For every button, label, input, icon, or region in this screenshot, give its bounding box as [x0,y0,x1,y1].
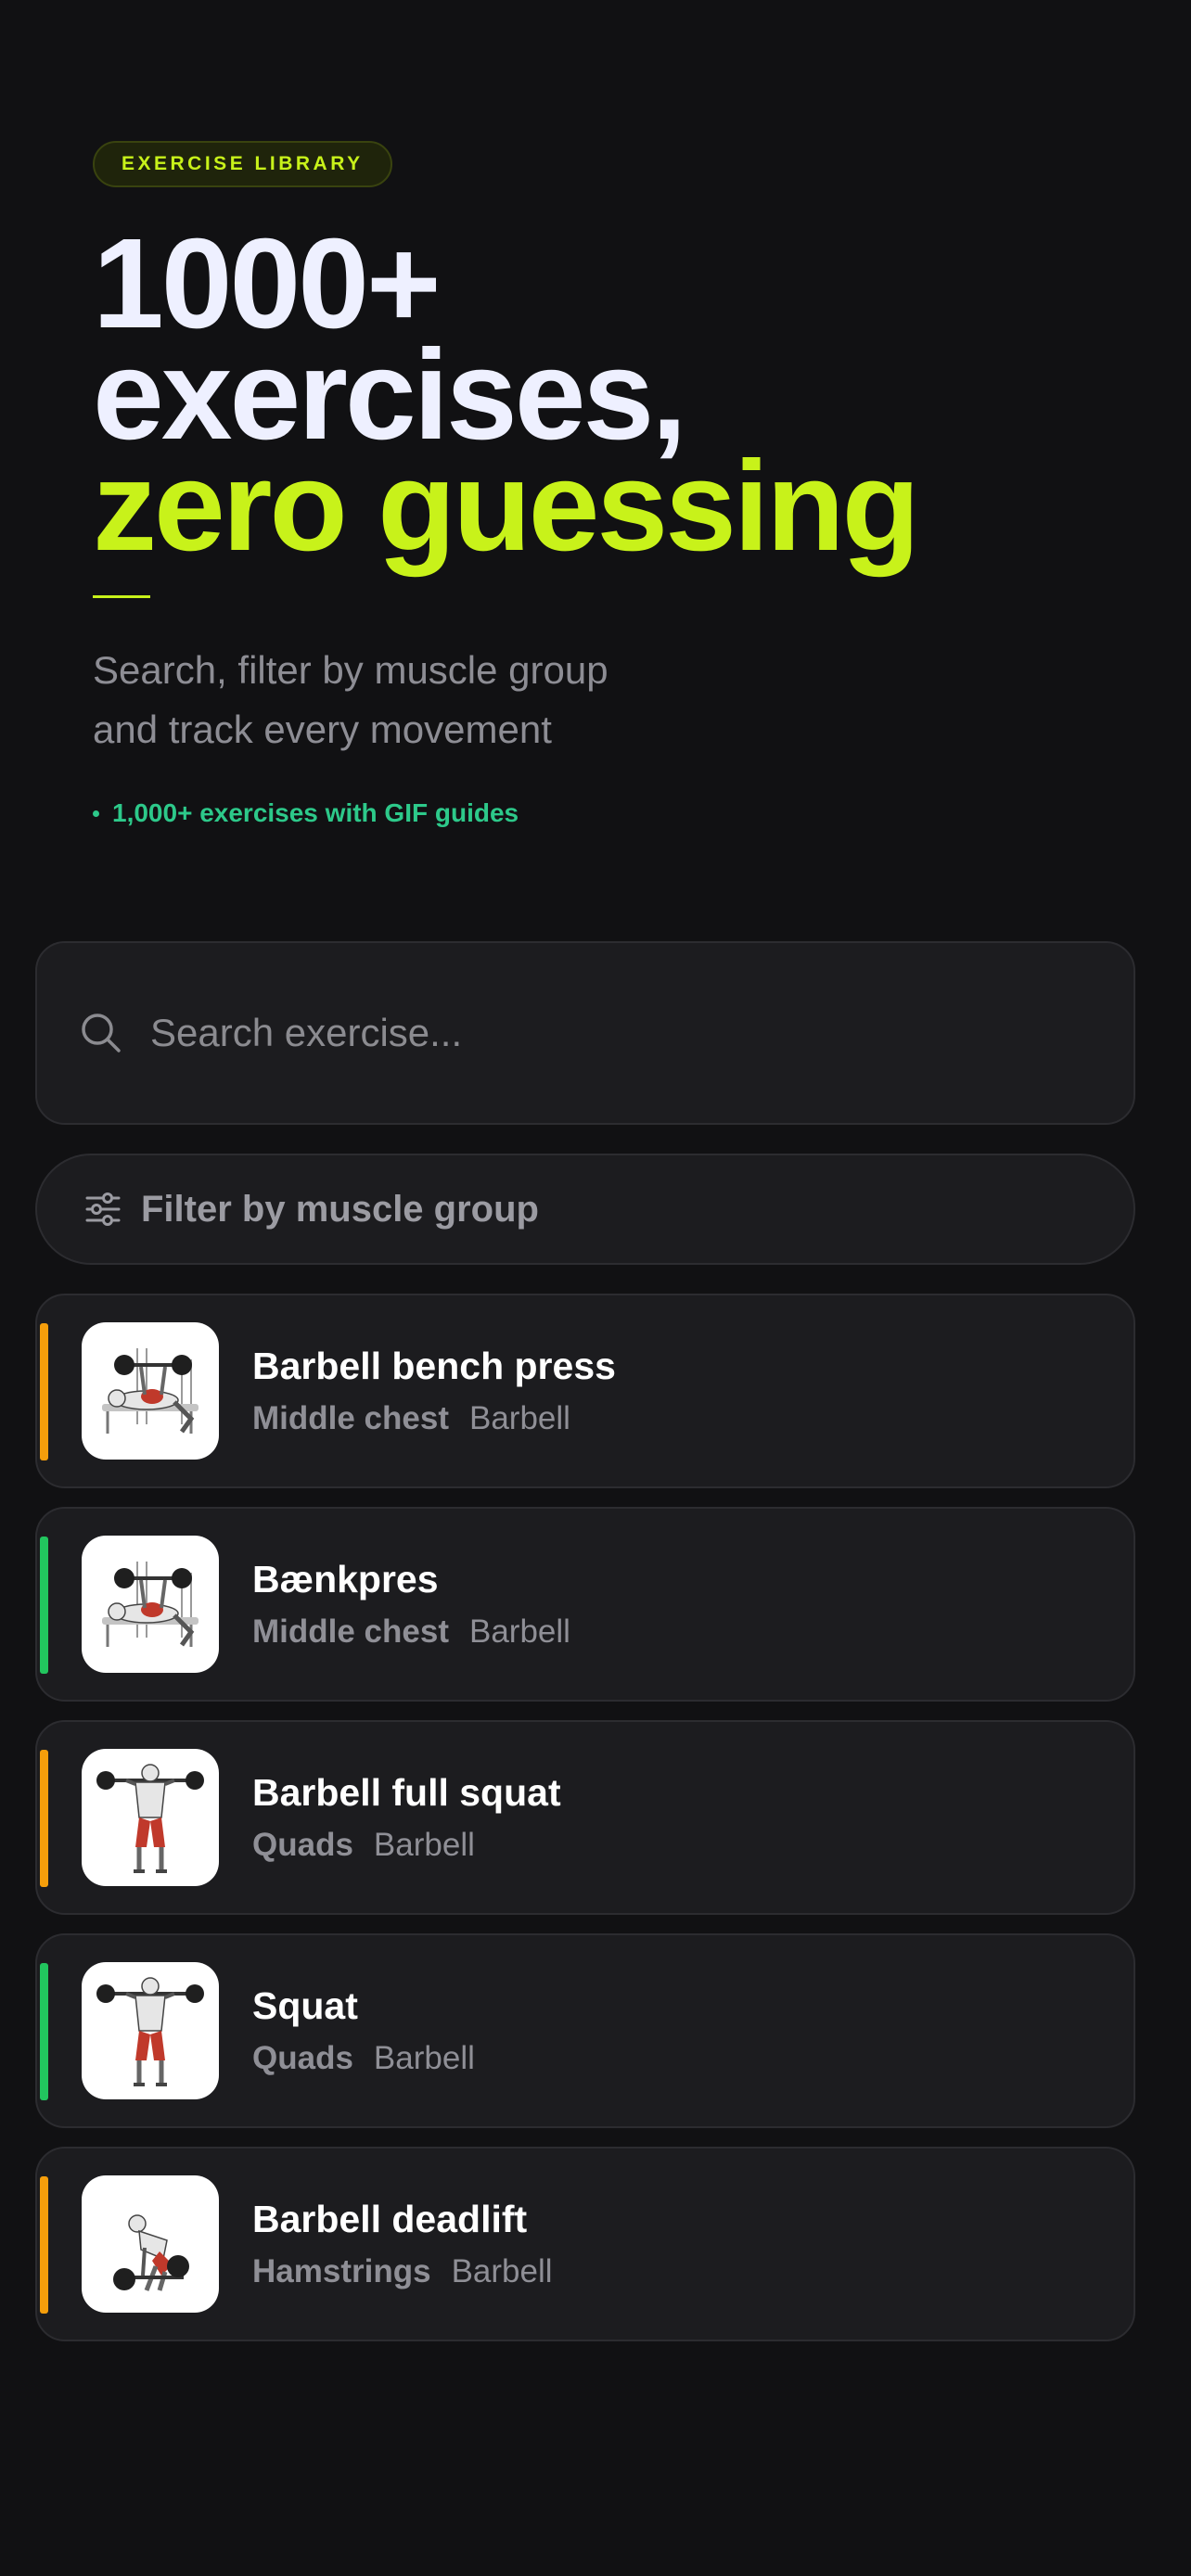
exercise-name: Barbell bench press [252,1345,616,1387]
exercise-card[interactable]: Barbell deadlift Hamstrings Barbell [35,2147,1135,2341]
category-stripe [40,1963,48,2100]
bullet-dot-icon [93,810,99,817]
category-stripe [40,1750,48,1887]
muscle-group-label: Middle chest [252,1400,449,1436]
exercise-info: Barbell full squat Quads Barbell [252,1769,561,1866]
exercise-meta: Quads Barbell [252,2038,475,2079]
equipment-label: Barbell [468,1613,570,1650]
equipment-label: Barbell [451,2253,553,2289]
equipment-label: Barbell [373,1827,475,1863]
exercise-card[interactable]: Barbell full squat Quads Barbell [35,1720,1135,1915]
section-badge: EXERCISE LIBRARY [93,141,392,187]
exercise-name: Barbell deadlift [252,2198,528,2240]
search-icon [82,1014,121,1052]
exercise-thumbnail [82,2175,219,2313]
exercise-meta: Middle chest Barbell [252,1612,570,1652]
filter-label: Filter by muscle group [141,1188,539,1230]
exercise-meta: Quads Barbell [252,1825,561,1866]
exercise-thumbnail [82,1536,219,1673]
category-stripe [40,1537,48,1674]
muscle-group-label: Middle chest [252,1613,449,1650]
search-bar[interactable] [35,941,1135,1125]
exercise-thumbnail [82,1962,219,2099]
equipment-label: Barbell [373,2040,475,2076]
hero-section: EXERCISE LIBRARY 1000+ exercises, zero g… [93,141,1113,828]
feature-text: 1,000+ exercises with GIF guides [112,798,519,827]
headline-line-1: 1000+ [93,212,442,355]
category-stripe [40,2176,48,2314]
accent-divider [93,595,150,598]
bench-press-illustration [102,1562,198,1647]
exercise-list: Barbell bench press Middle chest Barbell [35,1294,1135,2360]
muscle-group-label: Quads [252,2040,353,2076]
exercise-info: Barbell bench press Middle chest Barbell [252,1343,616,1439]
exercise-meta: Hamstrings Barbell [252,2251,553,2292]
exercise-name: Barbell full squat [252,1771,561,1814]
exercise-card[interactable]: Squat Quads Barbell [35,1933,1135,2128]
exercise-info: Bænkpres Middle chest Barbell [252,1556,570,1652]
exercise-info: Barbell deadlift Hamstrings Barbell [252,2196,553,2292]
headline-line-3-accent: zero guessing [93,435,920,578]
exercise-info: Squat Quads Barbell [252,1983,475,2079]
hero-subtitle: Search, filter by muscle group and track… [93,641,1113,759]
subtitle-line-2: and track every movement [93,708,552,751]
exercise-meta: Middle chest Barbell [252,1398,616,1439]
headline-line-2: exercises, [93,324,687,466]
exercise-library-page: EXERCISE LIBRARY 1000+ exercises, zero g… [0,0,1191,2576]
subtitle-line-1: Search, filter by muscle group [93,648,608,692]
sliders-icon [85,1192,121,1226]
squat-illustration [96,1764,204,1873]
exercise-name: Bænkpres [252,1558,439,1600]
muscle-group-label: Hamstrings [252,2253,431,2289]
page-headline: 1000+ exercises, zero guessing [93,212,1113,578]
category-stripe [40,1323,48,1460]
exercise-thumbnail [82,1322,219,1460]
exercise-card[interactable]: Bænkpres Middle chest Barbell [35,1507,1135,1702]
muscle-group-label: Quads [252,1827,353,1863]
search-input[interactable] [150,996,1133,1070]
exercise-card[interactable]: Barbell bench press Middle chest Barbell [35,1294,1135,1488]
feature-note: 1,000+ exercises with GIF guides [93,798,1113,828]
exercise-thumbnail [82,1749,219,1886]
deadlift-illustration [113,2214,189,2291]
filter-muscle-group-button[interactable]: Filter by muscle group [35,1154,1135,1265]
exercise-name: Squat [252,1984,358,2027]
bench-press-illustration [102,1348,198,1434]
squat-illustration [96,1977,204,2086]
equipment-label: Barbell [468,1400,570,1436]
